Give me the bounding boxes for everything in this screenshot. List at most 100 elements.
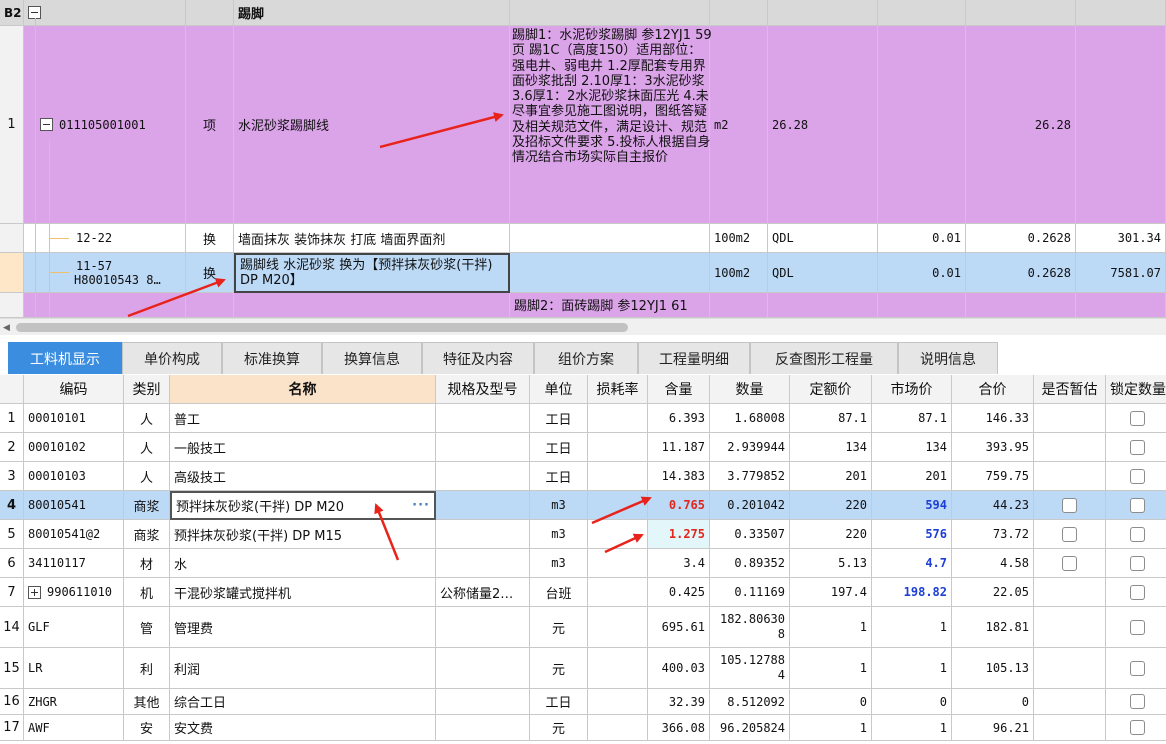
estimate-checkbox[interactable] — [1062, 497, 1077, 513]
resource-name[interactable]: 高级技工 — [170, 462, 436, 491]
resource-row[interactable]: 2 00010102 人一般技工 工日 11.187 2.939944 134 134 393.… — [0, 433, 1166, 462]
lock-cell[interactable] — [1106, 491, 1166, 520]
estimate-cell[interactable] — [1034, 648, 1106, 689]
quota-row-selected[interactable]: 11-57 H80010543 8… 换 踢脚线 水泥砂浆 换为【预拌抹灰砂浆(… — [0, 253, 1166, 293]
tab-description-info[interactable]: 说明信息 — [898, 342, 998, 374]
resource-content[interactable]: 1.275 — [648, 520, 710, 549]
lock-qty-checkbox[interactable] — [1130, 619, 1145, 635]
lock-cell[interactable] — [1106, 715, 1166, 741]
resource-row[interactable]: 4 80010541 商浆 预拌抹灰砂浆(干拌) DP M20 ··· m3 0.765 0.… — [0, 491, 1166, 520]
resource-row[interactable]: 6 34110117 材水 m3 3.4 0.89352 5.13 4.7 4.58 — [0, 549, 1166, 578]
tab-quantity-detail[interactable]: 工程量明细 — [638, 342, 750, 374]
lock-qty-checkbox[interactable] — [1130, 439, 1145, 455]
estimate-checkbox[interactable] — [1062, 526, 1077, 542]
resource-row[interactable]: 7 990611010 机干混砂浆罐式搅拌机 公称储量2… 台班 0.425 0.11169… — [0, 578, 1166, 607]
resource-name[interactable]: 水 — [170, 549, 436, 578]
resource-name[interactable]: 干混砂浆罐式搅拌机 — [170, 578, 436, 607]
estimate-checkbox[interactable] — [1062, 555, 1077, 571]
quota-name[interactable]: 踢脚线 水泥砂浆 换为【预拌抹灰砂浆(干拌) DP M20】 — [234, 253, 510, 293]
tab-features[interactable]: 特征及内容 — [422, 342, 534, 374]
lock-cell[interactable] — [1106, 549, 1166, 578]
quota-qty-expr[interactable]: QDL — [768, 253, 878, 293]
col-spec[interactable]: 规格及型号 — [436, 375, 530, 404]
horizontal-scrollbar[interactable]: ◀ — [0, 318, 1166, 335]
col-market-price[interactable]: 市场价 — [872, 375, 952, 404]
resource-row[interactable]: 5 80010541@2 商浆 预拌抹灰砂浆(干拌) DP M15 m3 1.275 0.3… — [0, 520, 1166, 549]
estimate-cell[interactable] — [1034, 689, 1106, 715]
lock-cell[interactable] — [1106, 578, 1166, 607]
resource-market-price[interactable]: 576 — [872, 520, 952, 549]
section-row-b2[interactable]: B2 踢脚 — [0, 0, 1166, 26]
resource-market-price[interactable]: 1 — [872, 648, 952, 689]
more-icon[interactable]: ··· — [412, 498, 430, 513]
resource-market-price[interactable]: 201 — [872, 462, 952, 491]
resource-content[interactable]: 0.765 — [648, 491, 710, 520]
resource-row[interactable]: 15 LR 利利润元 400.03 105.12788 4 1 1 105.13 — [0, 648, 1166, 689]
resource-market-price[interactable]: 4.7 — [872, 549, 952, 578]
resource-row[interactable]: 3 00010103 人高级技工 工日 14.383 3.779852 201 201 759.… — [0, 462, 1166, 491]
col-content[interactable]: 含量 — [648, 375, 710, 404]
lock-qty-checkbox[interactable] — [1130, 660, 1145, 676]
resource-row[interactable]: 17 AWF 安安文费元 366.08 96.205824 1 1 96.21 — [0, 715, 1166, 741]
lock-qty-checkbox[interactable] — [1130, 526, 1145, 542]
resource-content[interactable]: 0.425 — [648, 578, 710, 607]
resource-name[interactable]: 管理费 — [170, 607, 436, 648]
tab-conversion-info[interactable]: 换算信息 — [322, 342, 422, 374]
col-loss[interactable]: 损耗率 — [588, 375, 648, 404]
section-collapse-cell[interactable] — [24, 0, 186, 26]
resource-code-cell[interactable]: 990611010 — [24, 578, 124, 607]
lock-cell[interactable] — [1106, 689, 1166, 715]
estimate-cell[interactable] — [1034, 462, 1106, 491]
estimate-cell[interactable] — [1034, 520, 1106, 549]
resource-row[interactable]: 14 GLF 管管理费元 695.61 182.80630 8 1 1 182.81 — [0, 607, 1166, 648]
tab-standard-conversion[interactable]: 标准换算 — [222, 342, 322, 374]
lock-qty-checkbox[interactable] — [1130, 555, 1145, 571]
col-estimate[interactable]: 是否暂估 — [1034, 375, 1106, 404]
col-code[interactable]: 编码 — [24, 375, 124, 404]
lock-qty-checkbox[interactable] — [1130, 720, 1145, 735]
resource-row[interactable]: 1 00010101 人普工 工日 6.393 1.68008 87.1 87.1 146.33 — [0, 404, 1166, 433]
resource-content[interactable]: 400.03 — [648, 648, 710, 689]
resource-name-editor[interactable]: 预拌抹灰砂浆(干拌) DP M20 ··· — [170, 491, 436, 520]
resource-market-price[interactable]: 87.1 — [872, 404, 952, 433]
lock-qty-checkbox[interactable] — [1130, 468, 1145, 484]
lock-cell[interactable] — [1106, 607, 1166, 648]
estimate-cell[interactable] — [1034, 404, 1106, 433]
resource-market-price[interactable]: 1 — [872, 607, 952, 648]
resource-content[interactable]: 6.393 — [648, 404, 710, 433]
lock-qty-checkbox[interactable] — [1130, 694, 1145, 709]
tab-labor-material-machine[interactable]: 工料机显示 — [8, 342, 122, 374]
estimate-cell[interactable] — [1034, 715, 1106, 741]
lock-qty-checkbox[interactable] — [1130, 410, 1145, 426]
bill-name[interactable]: 水泥砂浆踢脚线 — [234, 26, 510, 224]
resource-market-price[interactable]: 134 — [872, 433, 952, 462]
resource-content[interactable]: 11.187 — [648, 433, 710, 462]
scroll-left-icon[interactable]: ◀ — [3, 323, 10, 333]
resource-name[interactable]: 普工 — [170, 404, 436, 433]
lock-cell[interactable] — [1106, 462, 1166, 491]
collapse-icon[interactable] — [40, 118, 53, 131]
resource-name[interactable]: 预拌抹灰砂浆(干拌) DP M15 — [170, 520, 436, 549]
lock-cell[interactable] — [1106, 648, 1166, 689]
lock-cell[interactable] — [1106, 404, 1166, 433]
estimate-cell[interactable] — [1034, 549, 1106, 578]
lock-qty-checkbox[interactable] — [1130, 584, 1145, 600]
quota-name[interactable]: 墙面抹灰 装饰抹灰 打底 墙面界面剂 — [234, 224, 510, 253]
estimate-cell[interactable] — [1034, 433, 1106, 462]
resource-name[interactable]: 一般技工 — [170, 433, 436, 462]
resource-content[interactable]: 14.383 — [648, 462, 710, 491]
tab-pricing-scheme[interactable]: 组价方案 — [534, 342, 638, 374]
resource-content[interactable]: 32.39 — [648, 689, 710, 715]
resource-content[interactable]: 3.4 — [648, 549, 710, 578]
resource-name[interactable]: 综合工日 — [170, 689, 436, 715]
resource-market-price[interactable]: 0 — [872, 689, 952, 715]
resource-market-price[interactable]: 198.82 — [872, 578, 952, 607]
tab-graphic-quantity[interactable]: 反查图形工程量 — [750, 342, 898, 374]
quota-qty-expr[interactable]: QDL — [768, 224, 878, 253]
resource-content[interactable]: 695.61 — [648, 607, 710, 648]
col-lock-qty[interactable]: 锁定数量 — [1106, 375, 1166, 404]
col-category[interactable]: 类别 — [124, 375, 170, 404]
expand-icon[interactable] — [28, 585, 41, 599]
resource-market-price[interactable]: 1 — [872, 715, 952, 741]
resource-row[interactable]: 16 ZHGR 其他 综合工日 工日 32.39 8.512092 0 0 0 — [0, 689, 1166, 715]
